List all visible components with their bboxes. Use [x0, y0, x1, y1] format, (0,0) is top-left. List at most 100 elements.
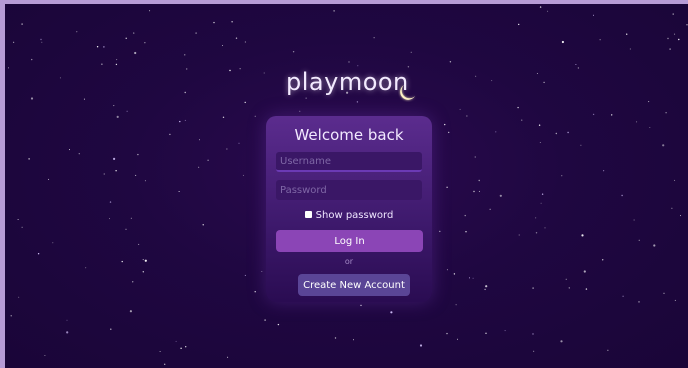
star — [135, 174, 137, 176]
star — [373, 37, 375, 39]
star — [334, 337, 337, 339]
star — [539, 142, 541, 143]
star — [555, 132, 557, 135]
star — [465, 231, 467, 233]
star — [547, 10, 549, 12]
star — [544, 227, 546, 229]
star — [626, 33, 628, 35]
show-password-checkbox[interactable] — [304, 210, 312, 218]
star — [299, 110, 301, 112]
star — [69, 149, 70, 151]
star — [686, 24, 688, 26]
star — [446, 269, 448, 271]
star — [277, 323, 280, 326]
star — [264, 319, 266, 321]
username-input[interactable] — [276, 152, 422, 172]
star — [649, 127, 651, 128]
star — [504, 330, 506, 332]
star — [21, 23, 23, 25]
star — [18, 296, 20, 298]
star — [633, 219, 635, 221]
star — [459, 108, 461, 110]
star — [575, 64, 577, 65]
star — [648, 101, 650, 103]
star — [159, 351, 161, 352]
star — [48, 178, 50, 180]
star — [195, 32, 197, 34]
star — [125, 228, 127, 230]
star — [142, 259, 144, 261]
star — [244, 41, 246, 43]
star — [115, 170, 117, 172]
star — [85, 267, 87, 269]
star — [457, 338, 458, 340]
star — [390, 311, 393, 314]
star — [636, 121, 638, 123]
star — [44, 355, 46, 356]
star — [126, 110, 128, 112]
star — [244, 274, 246, 276]
star — [137, 153, 139, 156]
star — [13, 41, 15, 43]
star — [134, 51, 137, 55]
star — [28, 158, 30, 160]
login-card: Welcome back Show password Log In or Cre… — [266, 116, 432, 302]
create-account-button[interactable]: Create New Account — [298, 274, 410, 296]
star — [254, 291, 256, 293]
star — [103, 173, 105, 175]
star — [543, 81, 545, 84]
star — [603, 170, 605, 172]
star — [222, 45, 223, 46]
star — [17, 219, 19, 220]
star — [580, 144, 582, 146]
star — [113, 105, 115, 107]
star — [585, 288, 588, 290]
star — [674, 33, 676, 35]
star — [226, 148, 228, 150]
star — [663, 292, 665, 294]
star — [532, 333, 534, 335]
star — [453, 273, 456, 275]
star — [521, 119, 523, 121]
star — [419, 344, 423, 347]
star — [540, 202, 542, 204]
login-button[interactable]: Log In — [276, 230, 423, 252]
star — [244, 101, 246, 104]
star — [184, 119, 186, 121]
star — [446, 186, 448, 188]
star — [116, 115, 119, 118]
star — [109, 218, 110, 220]
star — [169, 133, 171, 136]
star — [478, 190, 480, 192]
star — [213, 21, 215, 24]
star — [178, 191, 180, 192]
star — [455, 304, 457, 306]
star — [629, 48, 631, 50]
star — [448, 131, 450, 134]
star — [464, 214, 466, 217]
star — [475, 75, 477, 77]
star — [674, 179, 676, 181]
star — [31, 58, 33, 61]
star — [41, 41, 43, 43]
star — [184, 54, 186, 56]
star — [485, 285, 488, 288]
star — [535, 217, 537, 219]
star — [484, 288, 486, 291]
star — [607, 349, 609, 351]
star — [207, 159, 209, 161]
star — [198, 166, 200, 168]
star — [539, 6, 542, 8]
star — [561, 40, 565, 44]
star — [175, 340, 177, 342]
star — [184, 91, 186, 94]
star — [30, 97, 34, 100]
star — [583, 270, 586, 273]
star — [353, 339, 354, 341]
star — [66, 331, 69, 334]
star — [8, 67, 9, 69]
or-divider: or — [344, 257, 354, 266]
password-input[interactable] — [276, 180, 422, 200]
star — [185, 346, 187, 348]
star — [518, 234, 520, 236]
